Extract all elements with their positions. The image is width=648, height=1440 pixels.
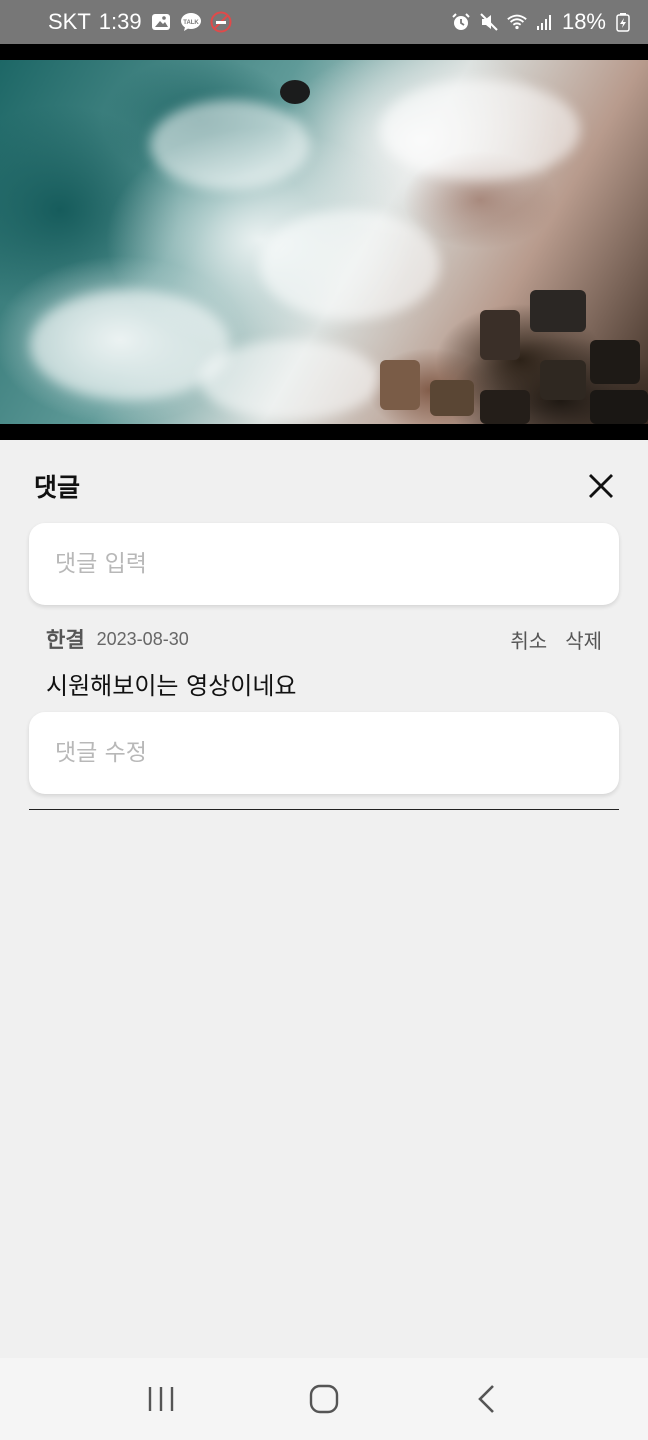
ocean-video-thumbnail[interactable]	[0, 60, 648, 424]
home-icon	[309, 1384, 339, 1414]
signal-icon	[534, 11, 556, 33]
comment-author: 한결	[46, 628, 85, 652]
battery-charging-icon	[612, 11, 634, 33]
back-icon	[477, 1385, 494, 1413]
comment-edit-box	[29, 712, 619, 794]
comment-text: 시원해보이는 영상이네요	[46, 672, 297, 700]
carrier-label: SKT	[48, 9, 91, 34]
comment-input-box	[29, 523, 619, 605]
comment-edit-input[interactable]	[29, 712, 619, 794]
recent-apps-button[interactable]	[131, 1369, 191, 1429]
wifi-icon	[506, 11, 528, 33]
no-smoking-icon	[210, 11, 232, 33]
close-icon	[589, 474, 613, 498]
comment-input[interactable]	[29, 523, 619, 605]
status-right: 18%	[450, 9, 634, 35]
recent-apps-icon	[149, 1387, 174, 1411]
comment-meta: 한결 2023-08-30 취소 삭제	[46, 624, 602, 654]
alarm-icon	[450, 11, 472, 33]
clock: 1:39	[98, 9, 142, 34]
status-bar: SKT 1:39 TALK 18%	[0, 0, 648, 44]
comments-header: 댓글	[34, 468, 618, 504]
mute-icon	[478, 11, 500, 33]
navigation-bar	[0, 1358, 648, 1440]
home-button[interactable]	[294, 1369, 354, 1429]
video-player[interactable]	[0, 44, 648, 440]
cancel-button[interactable]: 취소	[510, 625, 547, 654]
comment-date: 2023-08-30	[96, 628, 189, 649]
talk-icon: TALK	[180, 11, 202, 33]
comments-title: 댓글	[34, 473, 81, 502]
svg-text:TALK: TALK	[183, 20, 199, 26]
gallery-icon	[150, 11, 172, 33]
battery-percent: 18%	[561, 9, 606, 34]
comment-item: 한결 2023-08-30 취소 삭제 시원해보이는 영상이네요	[46, 624, 602, 701]
back-button[interactable]	[457, 1369, 517, 1429]
delete-button[interactable]: 삭제	[565, 625, 602, 654]
comment-actions: 취소 삭제	[510, 625, 602, 654]
close-button[interactable]	[584, 469, 618, 503]
divider	[29, 809, 619, 810]
comments-panel: 댓글 한결 2023-08-30 취소 삭제 시원해보이는 영상이네요	[0, 440, 648, 1358]
status-left: SKT 1:39 TALK	[48, 9, 232, 35]
